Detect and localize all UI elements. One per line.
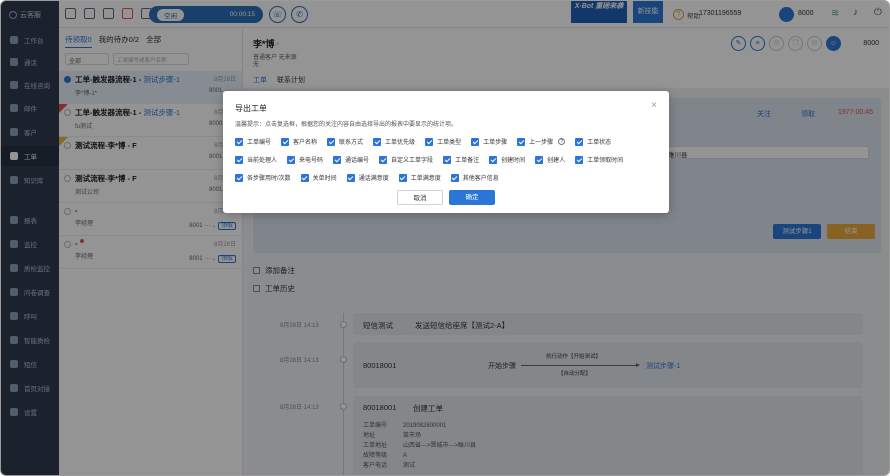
checkbox-caller-number[interactable]: 来电号码 [287, 155, 323, 164]
checkbox-icon[interactable] [281, 137, 290, 146]
checkbox-other-customer-info[interactable]: 其他客户信息 [450, 173, 499, 182]
checkbox-creator[interactable]: 创建人 [535, 155, 565, 164]
checkbox-icon[interactable] [535, 155, 544, 164]
checkbox-icon[interactable] [373, 137, 382, 146]
confirm-button[interactable]: 确定 [449, 190, 495, 205]
checkbox-icon[interactable] [333, 155, 342, 164]
checkbox-icon[interactable] [489, 155, 498, 164]
checkbox-row: 工单编号 客户名称 联系方式 工单优先级 工单类型 工单步骤 上一步骤? 工单状… [235, 137, 611, 146]
checkbox-contact[interactable]: 联系方式 [327, 137, 363, 146]
checkbox-icon[interactable] [443, 155, 452, 164]
checkbox-customer-name[interactable]: 客户名称 [281, 137, 317, 146]
checkbox-row: 当前处理人 来电号码 通话编号 自定义工单字段 工单备注 创建时间 创建人 工单… [235, 155, 623, 164]
checkbox-call-id[interactable]: 通话编号 [333, 155, 369, 164]
checkbox-current-handler[interactable]: 当前处理人 [235, 155, 277, 164]
checkbox-previous-step[interactable]: 上一步骤? [517, 137, 566, 146]
checkbox-icon[interactable] [575, 155, 584, 164]
checkbox-icon[interactable] [575, 137, 584, 146]
dialog-title: 导出工单 [235, 104, 267, 113]
checkbox-icon[interactable] [287, 155, 296, 164]
checkbox-ticket-step[interactable]: 工单步骤 [471, 137, 507, 146]
checkbox-close-time[interactable]: 关单时间 [300, 173, 337, 182]
cancel-button[interactable]: 取消 [397, 190, 443, 205]
modal-overlay[interactable] [1, 1, 889, 475]
help-icon[interactable]: ? [558, 138, 566, 145]
checkbox-ticket-satisfaction[interactable]: 工单满意度 [398, 173, 441, 182]
checkbox-created-time[interactable]: 创建时间 [489, 155, 525, 164]
checkbox-icon[interactable] [300, 173, 309, 182]
checkbox-ticket-id[interactable]: 工单编号 [235, 137, 271, 146]
checkbox-call-satisfaction[interactable]: 通话满意度 [346, 173, 389, 182]
checkbox-custom-fields[interactable]: 自定义工单字段 [379, 155, 433, 164]
checkbox-icon[interactable] [450, 173, 459, 182]
checkbox-icon[interactable] [425, 137, 434, 146]
checkbox-claim-time[interactable]: 工单领取时间 [575, 155, 623, 164]
checkbox-icon[interactable] [517, 137, 526, 146]
checkbox-ticket-note[interactable]: 工单备注 [443, 155, 479, 164]
checkbox-icon[interactable] [398, 173, 407, 182]
checkbox-priority[interactable]: 工单优先级 [373, 137, 415, 146]
checkbox-step-duration[interactable]: 各步骤用时/次数 [235, 173, 291, 182]
checkbox-icon[interactable] [471, 137, 480, 146]
checkbox-icon[interactable] [235, 155, 243, 164]
checkbox-icon[interactable] [379, 155, 388, 164]
checkbox-icon[interactable] [235, 173, 243, 182]
close-icon[interactable]: × [651, 100, 657, 111]
checkbox-row: 各步骤用时/次数 关单时间 通话满意度 工单满意度 其他客户信息 [235, 173, 499, 182]
checkbox-icon[interactable] [235, 137, 243, 146]
checkbox-ticket-status[interactable]: 工单状态 [575, 137, 611, 146]
app-window: 云客服 空闲 00:00:15 ☏ ✆ X-Bot 重磅来袭 新技能 ? 帮助 … [0, 0, 890, 476]
checkbox-icon[interactable] [346, 173, 355, 182]
export-ticket-dialog: 导出工单 × 温馨提示：点击复选框，根据您的关注内容自由选择导出的报表中要显示的… [223, 91, 669, 213]
checkbox-ticket-type[interactable]: 工单类型 [425, 137, 461, 146]
checkbox-icon[interactable] [327, 137, 336, 146]
dialog-hint: 温馨提示：点击复选框，根据您的关注内容自由选择导出的报表中要显示的统计项。 [235, 122, 458, 128]
